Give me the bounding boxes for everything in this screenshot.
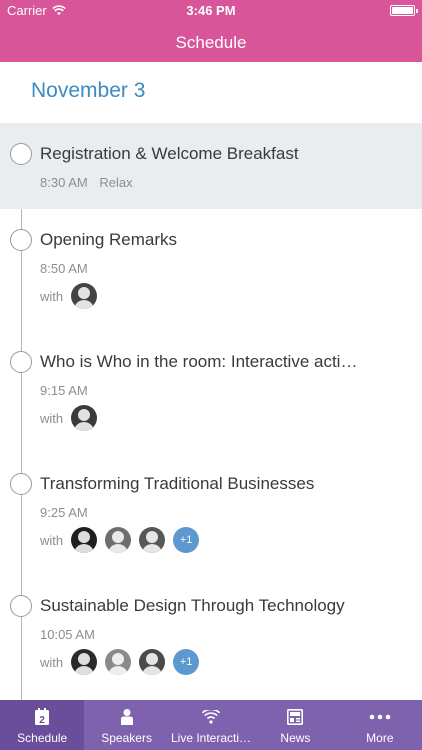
speaker-avatar[interactable]: [71, 649, 98, 675]
speakers-row: with +1: [40, 527, 200, 553]
session-item[interactable]: Registration & Welcome Breakfast 8:30 AM…: [0, 123, 422, 209]
with-label: with: [40, 288, 64, 304]
with-label: with: [40, 532, 64, 548]
tab-label: Speakers: [101, 731, 152, 745]
speaker-avatar[interactable]: [139, 527, 166, 553]
session-time: 8:50 AM: [40, 261, 88, 276]
speakers-row: with +1: [40, 649, 200, 675]
session-time: 9:25 AM: [40, 505, 88, 520]
with-label: with: [40, 410, 64, 426]
session-title: Transforming Traditional Businesses: [40, 474, 315, 493]
status-time: 3:46 PM: [186, 3, 236, 18]
more-dots-icon: [338, 708, 422, 726]
date-header: November 3: [0, 62, 422, 123]
page-title: Schedule: [175, 33, 247, 52]
session-item[interactable]: Who is Who in the room: Interactive acti…: [0, 331, 422, 453]
session-time: 9:15 AM: [40, 383, 88, 398]
tab-bar: 2 Schedule Speakers Live Interacti… News…: [0, 700, 422, 750]
tab-live-interaction[interactable]: Live Interacti…: [169, 700, 253, 750]
person-icon: [84, 708, 168, 726]
timeline-dot: [10, 351, 32, 373]
session-item[interactable]: Sustainable Design Through Technology 10…: [0, 575, 422, 700]
session-title: Registration & Welcome Breakfast: [40, 144, 299, 163]
speaker-avatar[interactable]: [71, 527, 98, 553]
tab-label: Live Interacti…: [170, 731, 252, 745]
newspaper-icon: [253, 708, 337, 726]
battery-icon: [390, 5, 418, 16]
tab-label: More: [366, 731, 394, 745]
speaker-avatar[interactable]: [105, 527, 132, 553]
tab-more[interactable]: More: [338, 700, 422, 750]
app-header: Carrier 3:46 PM Schedule: [0, 0, 422, 62]
session-time: 8:30 AM: [40, 175, 88, 190]
tab-speakers[interactable]: Speakers: [84, 700, 168, 750]
tab-schedule[interactable]: 2 Schedule: [0, 700, 85, 750]
speaker-avatar[interactable]: [105, 649, 132, 675]
timeline-dot: [10, 143, 32, 165]
timeline-dot: [10, 473, 32, 495]
session-meta: 8:30 AM Relax: [40, 175, 133, 190]
session-time: 10:05 AM: [40, 627, 95, 642]
wifi-icon: [169, 708, 253, 726]
more-speakers-badge[interactable]: +1: [173, 649, 200, 675]
tab-news[interactable]: News: [253, 700, 337, 750]
more-speakers-badge[interactable]: +1: [173, 527, 200, 553]
speaker-avatar[interactable]: [139, 649, 166, 675]
speaker-avatar[interactable]: [71, 283, 98, 309]
speaker-avatar[interactable]: [71, 405, 98, 431]
tab-label: News: [280, 731, 311, 745]
tab-label: Schedule: [17, 731, 68, 745]
session-item[interactable]: Opening Remarks 8:50 AM with: [0, 209, 422, 331]
session-title: Who is Who in the room: Interactive acti…: [40, 352, 358, 371]
session-item[interactable]: Transforming Traditional Businesses 9:25…: [0, 453, 422, 575]
with-label: with: [40, 654, 64, 670]
timeline-dot: [10, 229, 32, 251]
session-title: Opening Remarks: [40, 230, 178, 249]
session-title: Sustainable Design Through Technology: [40, 596, 345, 615]
speakers-row: with: [40, 283, 105, 309]
session-tag: Relax: [99, 175, 133, 190]
status-bar: Carrier 3:46 PM: [0, 0, 422, 22]
speakers-row: with: [40, 405, 105, 431]
timeline-dot: [10, 595, 32, 617]
date-label: November 3: [31, 79, 146, 102]
calendar-icon: 2: [0, 708, 84, 726]
svg-text:2: 2: [39, 715, 45, 726]
